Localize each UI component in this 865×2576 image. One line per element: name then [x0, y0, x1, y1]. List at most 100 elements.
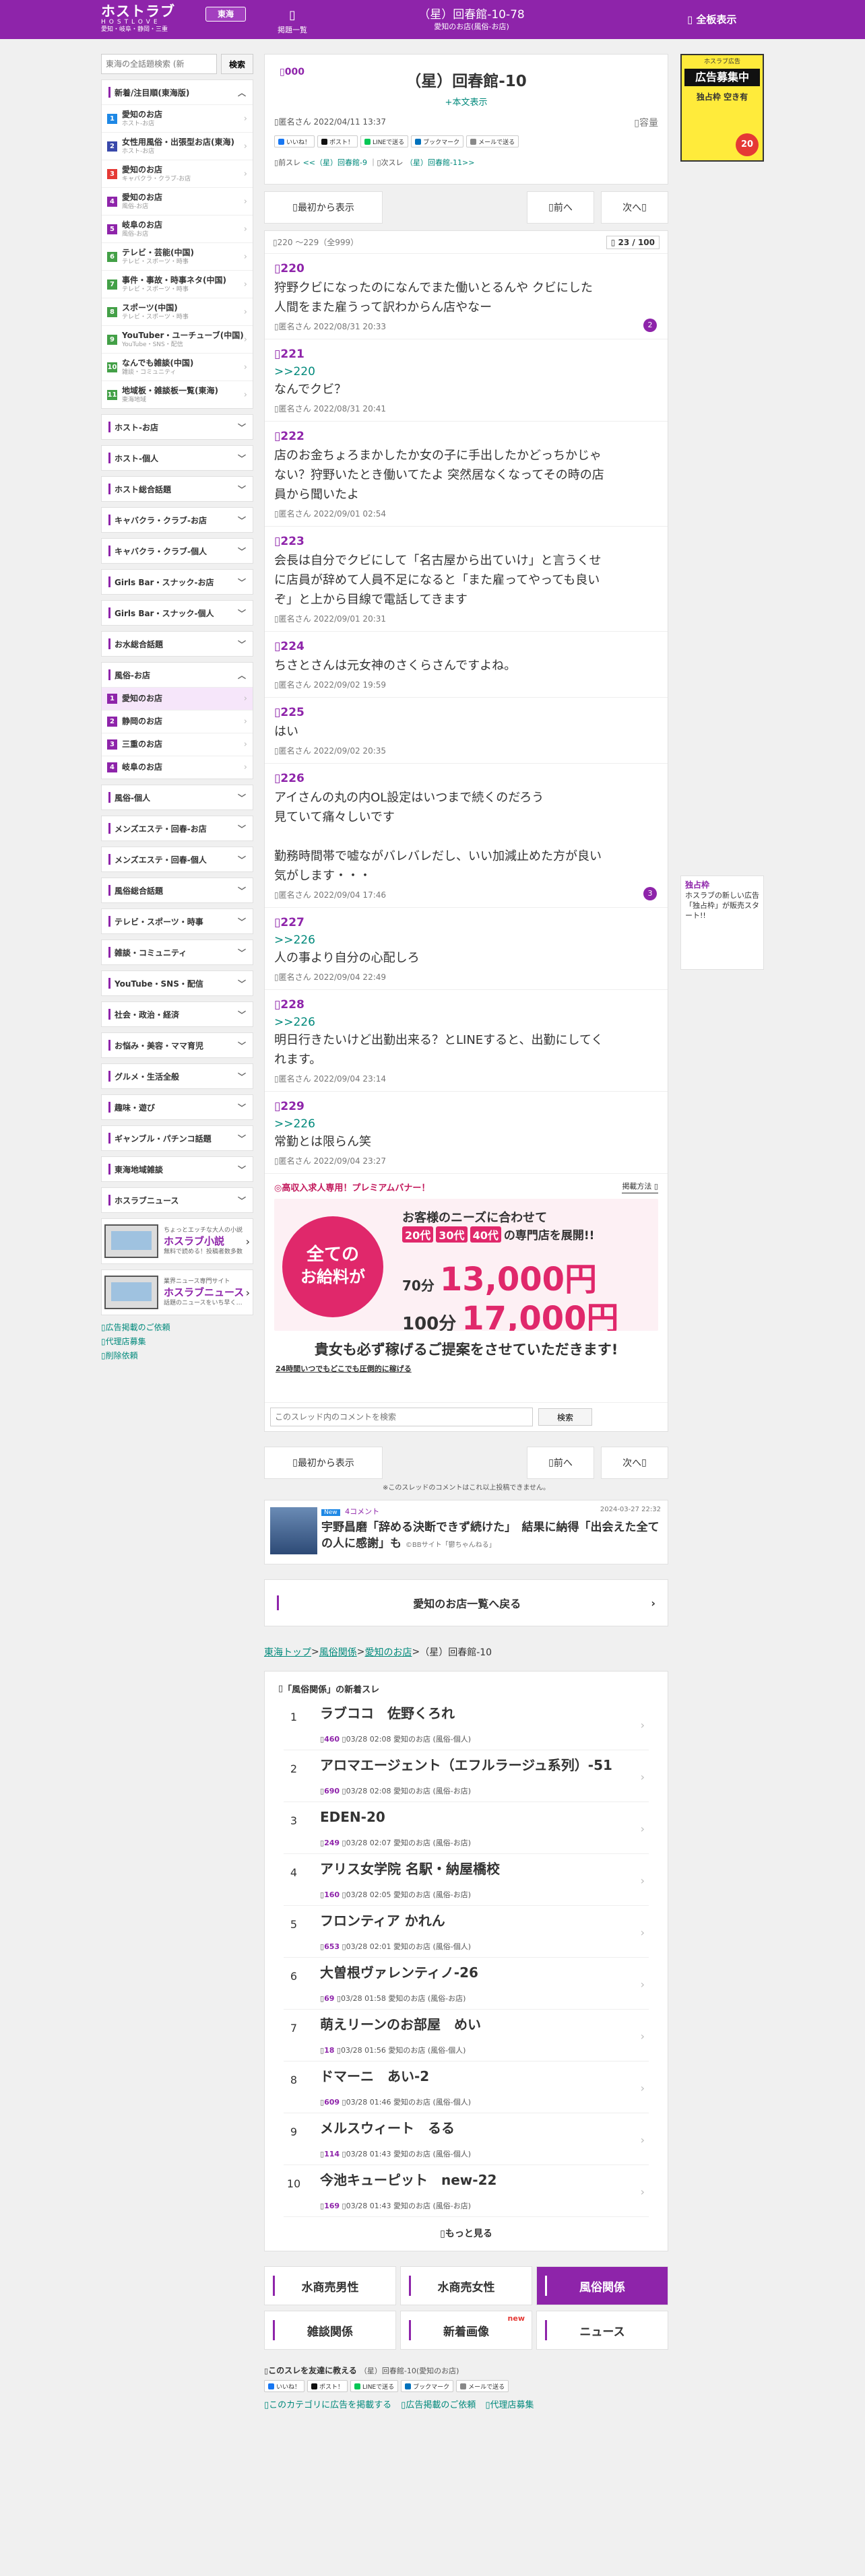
post-number[interactable]: ▯226: [274, 769, 658, 788]
prev-thread-link[interactable]: <<（星）回春館-9: [303, 158, 367, 167]
sidebar-link[interactable]: ▯代理店募集: [101, 1335, 253, 1349]
post-number[interactable]: ▯227: [274, 913, 658, 932]
sidebar-group-header[interactable]: テレビ・スポーツ・時事 ﹀: [102, 909, 253, 933]
sidebar-item[interactable]: 10 なんでも雑談(中国) 雑談・コミュニティ ›: [102, 353, 253, 381]
sidebar-group-header[interactable]: 風俗-お店 ︿: [102, 663, 253, 687]
first-page-button[interactable]: ▯ 最初から表示: [264, 191, 383, 224]
more-threads-link[interactable]: ▯もっと見る: [265, 2217, 668, 2251]
post-number[interactable]: ▯221: [274, 345, 658, 364]
reply-anchor-link[interactable]: >>220: [274, 364, 658, 380]
sidebar-group-header[interactable]: キャバクラ・クラブ-個人 ﹀: [102, 539, 253, 563]
sidebar-group-header[interactable]: キャバクラ・クラブ-お店 ﹀: [102, 508, 253, 532]
sidebar-group-header[interactable]: ホスラブニュース ﹀: [102, 1188, 253, 1212]
sidebar-group-header[interactable]: 風俗-個人 ﹀: [102, 785, 253, 810]
post-number[interactable]: ▯229: [274, 1097, 658, 1116]
reply-count-badge[interactable]: 3: [643, 887, 657, 900]
new-thread-item[interactable]: 9 メルスウィート るる ▯114 ▯03/28 01:43 愛知のお店 (風俗-個…: [284, 2113, 649, 2165]
share-button[interactable]: メールで送る: [466, 135, 519, 147]
category-button[interactable]: 雑談関係: [264, 2311, 396, 2350]
new-thread-item[interactable]: 8 ドマーニ あい-2 ▯609 ▯03/28 01:46 愛知のお店 (風俗-個人…: [284, 2061, 649, 2113]
share-button[interactable]: LINEで送る: [360, 135, 409, 147]
footer-link[interactable]: ▯代理店募集: [485, 2398, 534, 2410]
next-page-button[interactable]: 次へ ▯: [601, 191, 668, 224]
category-button[interactable]: ニュース: [536, 2311, 668, 2350]
sidebar-item[interactable]: 4 愛知のお店 風俗-お店 ›: [102, 187, 253, 215]
sidebar-group-header[interactable]: メンズエステ・回春-個人 ﹀: [102, 847, 253, 871]
new-thread-item[interactable]: 6 大曽根ヴァレンティノ-26 ▯69 ▯03/28 01:58 愛知のお店 (風俗…: [284, 1958, 649, 2010]
sidebar-group-header[interactable]: ホスト総合話題 ﹀: [102, 477, 253, 501]
comment-search-input[interactable]: [270, 1408, 533, 1426]
reply-anchor-link[interactable]: >>226: [274, 1116, 658, 1132]
new-thread-item[interactable]: 7 萌えリーンのお部屋 めい ▯18 ▯03/28 01:56 愛知のお店 (風俗-…: [284, 2010, 649, 2061]
sidebar-banner[interactable]: ちょっとエッチな大人の小説 ホスラブ小説 無料で読める！投稿者数多数 ›: [101, 1218, 253, 1264]
new-thread-item[interactable]: 4 アリス女学院 名駅・納屋橋校 ▯160 ▯03/28 02:05 愛知のお店 (…: [284, 1854, 649, 1906]
next-page-button[interactable]: 次へ ▯: [601, 1447, 668, 1479]
sidebar-item[interactable]: 1 愛知のお店 ホスト-お店 ›: [102, 104, 253, 132]
sidebar-item[interactable]: 8 スポーツ(中国) テレビ・スポーツ・時事 ›: [102, 298, 253, 325]
sidebar-group-header[interactable]: Girls Bar・スナック-お店 ﹀: [102, 570, 253, 594]
premium-link[interactable]: 24時間いつでもどこでも圧倒的に稼げる: [274, 1363, 658, 1374]
sidebar-group-header[interactable]: 社会・政治・経済 ﹀: [102, 1002, 253, 1026]
comment-search-button[interactable]: 検索: [538, 1408, 592, 1426]
reply-anchor-link[interactable]: >>226: [274, 932, 658, 948]
sidebar-link[interactable]: ▯削除依頼: [101, 1349, 253, 1363]
category-button[interactable]: 新着画像 new: [400, 2311, 532, 2350]
sidebar-item[interactable]: 4 岐阜のお店 ›: [102, 756, 253, 779]
share-button[interactable]: ポスト！: [307, 2380, 348, 2392]
sidebar-group-header[interactable]: 雑談・コミュニティ ﹀: [102, 940, 253, 964]
breadcrumb-item[interactable]: 東海トップ: [264, 1645, 311, 1659]
prev-page-button[interactable]: ▯ 前へ: [527, 1447, 594, 1479]
new-thread-item[interactable]: 3 EDEN-20 ▯249 ▯03/28 02:07 愛知のお店 (風俗-お店) ›: [284, 1802, 649, 1854]
new-thread-item[interactable]: 1 ラブココ 佐野くろれ ▯460 ▯03/28 02:08 愛知のお店 (風俗-個…: [284, 1698, 649, 1750]
back-to-list-button[interactable]: 愛知のお店一覧へ戻る ›: [264, 1579, 668, 1626]
sidebar-item[interactable]: 7 事件・事故・時事ネタ(中国) テレビ・スポーツ・時事 ›: [102, 270, 253, 298]
new-thread-item[interactable]: 10 今池キューピット new-22 ▯169 ▯03/28 01:43 愛知のお店…: [284, 2165, 649, 2217]
next-thread-link[interactable]: （星）回春館-11>>: [406, 158, 474, 167]
category-button[interactable]: 風俗関係: [536, 2266, 668, 2305]
post-number[interactable]: ▯220: [274, 259, 658, 278]
right-ad-banner[interactable]: ホスラブ広告 広告募集中 独占枠 空き有 20: [680, 54, 764, 162]
prev-page-button[interactable]: ▯ 前へ: [527, 191, 594, 224]
share-button[interactable]: いいね！: [274, 135, 315, 147]
thread-list-button[interactable]: ▯ 掲題一覧: [275, 7, 310, 35]
reply-count-badge[interactable]: 2: [643, 319, 657, 332]
first-page-button[interactable]: ▯ 最初から表示: [264, 1447, 383, 1479]
sidebar-group-header[interactable]: 風俗総合話題 ﹀: [102, 878, 253, 902]
breadcrumb-item[interactable]: 愛知のお店: [364, 1645, 412, 1659]
post-number[interactable]: ▯222: [274, 427, 658, 446]
share-button[interactable]: LINEで送る: [350, 2380, 399, 2392]
sidebar-group-header[interactable]: Girls Bar・スナック-個人 ﹀: [102, 601, 253, 625]
premium-help-link[interactable]: 掲載方法 ▯: [622, 1181, 658, 1193]
sidebar-group-header[interactable]: メンズエステ・回春-お店 ﹀: [102, 816, 253, 840]
sidebar-group-header[interactable]: ギャンブル・パチンコ話題 ﹀: [102, 1126, 253, 1150]
sidebar-group-header[interactable]: グルメ・生活全般 ﹀: [102, 1064, 253, 1088]
fullscreen-toggle[interactable]: ▯ 全板表示: [687, 12, 775, 26]
sidebar-group-header[interactable]: お悩み・美容・ママ育児 ﹀: [102, 1033, 253, 1057]
sidebar-item[interactable]: 6 テレビ・芸能(中国) テレビ・スポーツ・時事 ›: [102, 242, 253, 270]
sidebar-group-header[interactable]: 趣味・遊び ﹀: [102, 1095, 253, 1119]
share-button[interactable]: ブックマーク: [411, 135, 464, 147]
footer-link[interactable]: ▯広告掲載のご依頼: [401, 2398, 476, 2410]
new-thread-item[interactable]: 5 フロンティア かれん ▯653 ▯03/28 02:01 愛知のお店 (風俗-個…: [284, 1906, 649, 1958]
sidebar-link[interactable]: ▯広告掲載のご依頼: [101, 1321, 253, 1335]
category-button[interactable]: 水商売男性: [264, 2266, 396, 2305]
show-body-link[interactable]: +本文表示: [274, 95, 658, 108]
reply-anchor-link[interactable]: >>226: [274, 1014, 658, 1030]
sidebar-group-header[interactable]: YouTube・SNS・配信 ﹀: [102, 971, 253, 995]
new-thread-item[interactable]: 2 アロマエージェント（エフルラージュ系列）-51 ▯690 ▯03/28 02:0…: [284, 1750, 649, 1802]
right-ad-box[interactable]: 独占枠 ホスラブの新しい広告「独占枠」が販売スタート!!: [680, 876, 764, 970]
sidebar-item[interactable]: 3 愛知のお店 キャバクラ・クラブ-お店 ›: [102, 160, 253, 187]
sidebar-item[interactable]: 5 岐阜のお店 風俗-お店 ›: [102, 215, 253, 242]
share-button[interactable]: ブックマーク: [401, 2380, 454, 2392]
category-button[interactable]: 水商売女性: [400, 2266, 532, 2305]
site-logo[interactable]: ホストラブ HOSTLOVE 愛知・岐阜・静岡・三重: [101, 4, 202, 35]
sidebar-group-header[interactable]: 新着/注目順(東海版) ︿: [102, 80, 253, 104]
premium-ad-banner[interactable]: 全ての お給料が お客様のニーズに合わせて 20代 30代 40代 の専門店を展…: [274, 1199, 658, 1331]
sidebar-item[interactable]: 2 静岡のお店 ›: [102, 710, 253, 733]
post-number[interactable]: ▯224: [274, 637, 658, 656]
post-number[interactable]: ▯225: [274, 703, 658, 722]
sidebar-item[interactable]: 9 YouTuber・ユーチューブ(中国) YouTube・SNS・配信 ›: [102, 325, 253, 353]
sidebar-group-header[interactable]: ホスト-お店 ﹀: [102, 415, 253, 439]
area-switch-button[interactable]: 東海: [205, 7, 246, 22]
post-number[interactable]: ▯228: [274, 995, 658, 1014]
